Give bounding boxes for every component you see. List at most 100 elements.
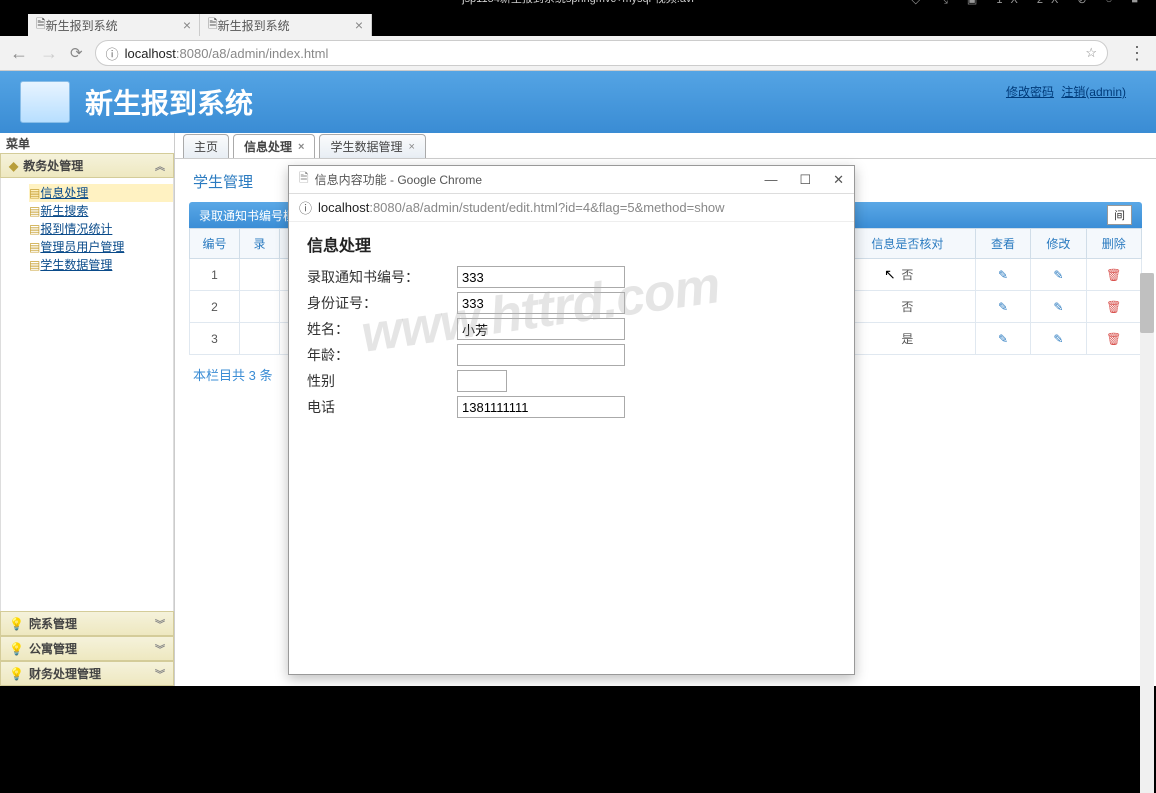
trash-icon[interactable]: 🗑 [1106, 332, 1121, 346]
label-phone: 电话 [307, 397, 457, 417]
scrollbar-thumb[interactable] [1140, 273, 1154, 333]
close-button[interactable]: ✕ [833, 172, 844, 188]
bullet-icon: ◆ [9, 159, 18, 173]
popup-body: 信息处理 录取通知书编号： 身份证号： 姓名： 年龄： 性别 电话 [289, 222, 854, 432]
minimize-button[interactable]: — [764, 172, 777, 188]
sidebar-section-label: 院系管理 [29, 615, 77, 632]
input-notice[interactable] [457, 266, 625, 288]
label-gender: 性别 [307, 371, 457, 391]
form-row-age: 年龄： [307, 344, 836, 366]
sidebar-accordion: ◆ 教务处管理 ︽ 信息处理 新生搜索 报到情况统计 管理员用户管理 学生数据管… [0, 153, 174, 686]
cell-no: 3 [190, 323, 240, 355]
file-icon: 🗎 [208, 15, 218, 36]
bulb-icon: 💡 [9, 642, 24, 656]
app-title: 新生报到系统 [85, 82, 253, 122]
chevron-down-icon: ︾ [155, 616, 165, 631]
url-path: :8080/a8/admin/index.html [176, 46, 328, 61]
close-icon[interactable]: × [408, 141, 414, 153]
maximize-button[interactable]: ☐ [799, 172, 811, 188]
browser-menu-button[interactable]: ⋮ [1128, 43, 1146, 64]
col-rec: 录 [240, 229, 280, 259]
col-del: 删除 [1086, 229, 1141, 259]
bulb-icon: 💡 [9, 667, 24, 681]
sidebar-section-jiaowu[interactable]: ◆ 教务处管理 ︽ [0, 153, 174, 178]
popup-titlebar[interactable]: 🗎 信息内容功能 - Google Chrome — ☐ ✕ [289, 166, 854, 194]
edit-icon[interactable]: ✎ [1053, 332, 1063, 346]
sidebar-section-label: 财务处理管理 [29, 665, 101, 682]
popup-title: 信息内容功能 - Google Chrome [315, 171, 482, 188]
popup-address-bar[interactable]: ⓘ localhost:8080/a8/admin/student/edit.h… [289, 194, 854, 222]
bookmark-icon[interactable]: ☆ [1085, 45, 1097, 61]
browser-tab-label: 新生报到系统 [218, 17, 290, 34]
form-title: 信息处理 [307, 232, 836, 256]
sidebar-item-stats[interactable]: 报到情况统计 [29, 220, 173, 238]
col-edit: 修改 [1031, 229, 1086, 259]
label-name: 姓名： [307, 319, 457, 339]
sidebar-item-admin[interactable]: 管理员用户管理 [29, 238, 173, 256]
view-icon[interactable]: ✎ [998, 300, 1008, 314]
info-icon: ⓘ [299, 198, 312, 217]
edit-icon[interactable]: ✎ [1053, 268, 1063, 282]
sidebar-item-student-data[interactable]: 学生数据管理 [29, 256, 173, 274]
col-no: 编号 [190, 229, 240, 259]
label-age: 年龄： [307, 345, 457, 365]
back-button[interactable]: ← [10, 43, 28, 64]
close-icon[interactable]: × [355, 17, 363, 33]
tab-label: 学生数据管理 [330, 138, 402, 155]
browser-tab-1[interactable]: 🗎 新生报到系统 × [28, 14, 200, 36]
col-checked: 信息是否核对 [840, 229, 976, 259]
sidebar-section-finance[interactable]: 💡 财务处理管理 ︾ [0, 661, 174, 686]
app-logo [20, 81, 70, 123]
browser-address-bar: ← → ⟳ ⓘ localhost:8080/a8/admin/index.ht… [0, 36, 1156, 71]
reload-button[interactable]: ⟳ [70, 44, 83, 62]
input-gender[interactable] [457, 370, 507, 392]
sidebar-section-label: 教务处管理 [23, 157, 83, 174]
file-icon: 🗎 [299, 169, 309, 190]
browser-tabstrip: 🗎 新生报到系统 × 🗎 新生报到系统 × [0, 14, 1156, 36]
popup-url-path: :8080/a8/admin/student/edit.html?id=4&fl… [369, 200, 724, 215]
input-age[interactable] [457, 344, 625, 366]
sidebar-item-search[interactable]: 新生搜索 [29, 202, 173, 220]
input-phone[interactable] [457, 396, 625, 418]
forward-button[interactable]: → [40, 43, 58, 64]
view-icon[interactable]: ✎ [998, 268, 1008, 282]
url-host: localhost [125, 46, 176, 61]
edit-icon[interactable]: ✎ [1053, 300, 1063, 314]
close-icon[interactable]: × [298, 141, 304, 153]
logout-link[interactable]: 注销(admin) [1061, 85, 1126, 99]
scrollbar[interactable] [1140, 273, 1154, 793]
popup-url-host: localhost [318, 200, 369, 215]
sidebar-collapsed-sections: 💡 院系管理 ︾ 💡 公寓管理 ︾ 💡 财务处理管理 ︾ [0, 611, 174, 686]
os-window-controls[interactable]: ◇ ⤡ ▣ 1X 2X ⊘ ○ ■ [912, 0, 1146, 3]
calendar-button[interactable]: 间 [1107, 205, 1132, 225]
form-row-name: 姓名： [307, 318, 836, 340]
tab-info[interactable]: 信息处理× [233, 134, 315, 158]
cell-no: 2 [190, 291, 240, 323]
tab-home[interactable]: 主页 [183, 134, 229, 158]
change-password-link[interactable]: 修改密码 [1006, 85, 1054, 99]
tab-label: 主页 [194, 138, 218, 155]
col-view: 查看 [975, 229, 1030, 259]
sidebar-item-info[interactable]: 信息处理 [29, 184, 173, 202]
tab-student-data[interactable]: 学生数据管理 × [319, 134, 425, 158]
chevron-up-icon: ︽ [155, 158, 165, 173]
header-links: 修改密码 注销(admin) [1002, 83, 1126, 100]
url-input[interactable]: ⓘ localhost:8080/a8/admin/index.html ☆ [95, 40, 1108, 66]
input-name[interactable] [457, 318, 625, 340]
sidebar-section-dept[interactable]: 💡 院系管理 ︾ [0, 611, 174, 636]
cell-checked: 是 [840, 323, 976, 355]
chevron-down-icon: ︾ [155, 641, 165, 656]
close-icon[interactable]: × [183, 17, 191, 33]
sidebar-section-dorm[interactable]: 💡 公寓管理 ︾ [0, 636, 174, 661]
bulb-icon: 💡 [9, 617, 24, 631]
cell-checked: 否 [840, 291, 976, 323]
trash-icon[interactable]: 🗑 [1106, 300, 1121, 314]
sidebar: 菜单 ◆ 教务处管理 ︽ 信息处理 新生搜索 报到情况统计 管理员用户管理 学生… [0, 133, 175, 686]
input-id[interactable] [457, 292, 625, 314]
label-id: 身份证号： [307, 293, 457, 313]
browser-tab-2[interactable]: 🗎 新生报到系统 × [200, 14, 372, 36]
view-icon[interactable]: ✎ [998, 332, 1008, 346]
trash-icon[interactable]: 🗑 [1106, 268, 1121, 282]
cell-no: 1 [190, 259, 240, 291]
sidebar-title: 菜单 [0, 133, 174, 153]
